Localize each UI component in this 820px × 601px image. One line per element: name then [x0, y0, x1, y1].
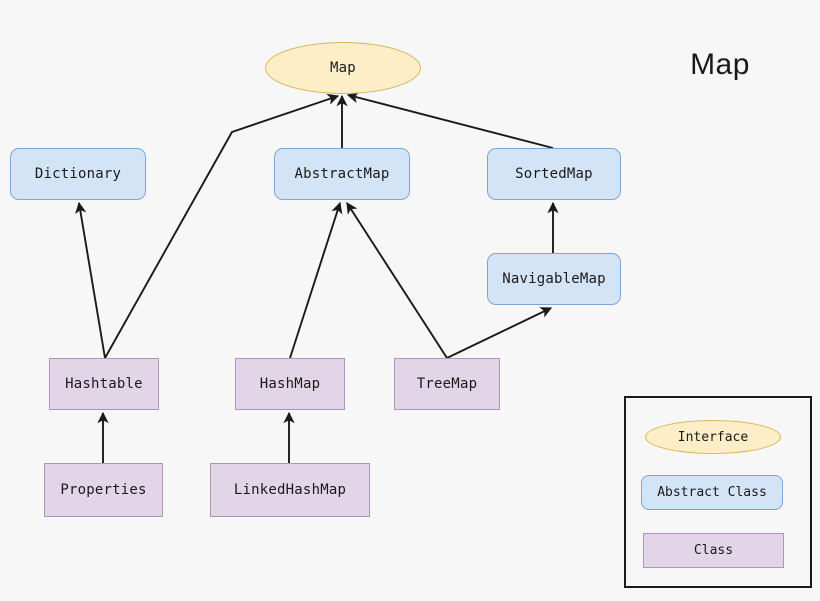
node-linkedhashmap[interactable]: LinkedHashMap [210, 463, 370, 517]
legend-item-interface: Interface [645, 420, 781, 454]
edge-hashtable-to-dictionary [75, 201, 106, 359]
edge-hashmap-to-abstractmap [289, 201, 343, 359]
node-sortedmap[interactable]: SortedMap [487, 148, 621, 200]
node-abstractmap[interactable]: AbstractMap [274, 148, 410, 200]
page-title: Map [690, 48, 750, 81]
legend-item-class: Class [643, 533, 784, 568]
edge-sortedmap-to-map [346, 92, 554, 149]
node-properties[interactable]: Properties [44, 463, 163, 517]
node-treemap[interactable]: TreeMap [394, 358, 500, 410]
node-hashtable[interactable]: Hashtable [49, 358, 159, 410]
node-map[interactable]: Map [265, 42, 421, 94]
node-navigablemap[interactable]: NavigableMap [487, 253, 621, 305]
node-hashmap[interactable]: HashMap [235, 358, 345, 410]
legend-item-abstract-class: Abstract Class [641, 475, 783, 510]
node-dictionary[interactable]: Dictionary [10, 148, 146, 200]
edge-treemap-to-abstractmap [346, 202, 448, 359]
edge-treemap-to-navigablemap [446, 307, 553, 359]
class-diagram: Map Dictionary AbstractMap SortedMap Nav… [0, 0, 820, 601]
